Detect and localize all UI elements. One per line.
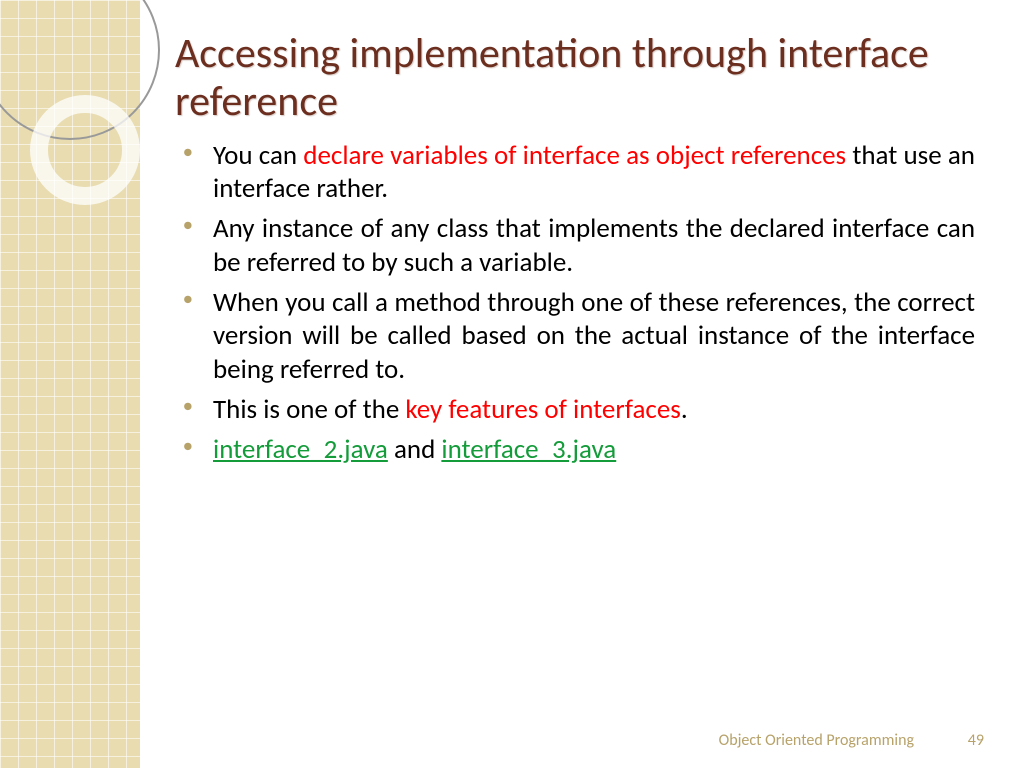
bullet-item: interface_2.java and interface_3.java	[213, 433, 975, 467]
bullet-item: This is one of the key features of inter…	[213, 393, 975, 427]
ring-inner-icon	[30, 95, 140, 205]
bullet-item: You can declare variables of interface a…	[213, 139, 975, 207]
highlight-text: key features of interfaces	[405, 393, 680, 426]
bullet-list: You can declare variables of interface a…	[175, 139, 975, 467]
bullet-text: .	[681, 393, 688, 426]
slide-title: Accessing implementation through interfa…	[175, 30, 975, 127]
bullet-text: You can	[213, 139, 303, 172]
footer-label: Object Oriented Programming	[719, 731, 914, 750]
page-number: 49	[968, 731, 984, 750]
bullet-text: This is one of the	[213, 393, 405, 426]
bullet-item: When you call a method through one of th…	[213, 286, 975, 387]
bullet-text: When you call a method through one of th…	[213, 286, 975, 387]
left-decoration	[0, 0, 140, 768]
bullet-text: and	[388, 433, 442, 466]
file-link[interactable]: interface_3.java	[441, 433, 616, 466]
bullet-text: Any instance of any class that implement…	[213, 212, 975, 279]
bullet-item: Any instance of any class that implement…	[213, 212, 975, 280]
highlight-text: declare variables of interface as object…	[303, 139, 846, 172]
slide-content: Accessing implementation through interfa…	[175, 30, 975, 472]
file-link[interactable]: interface_2.java	[213, 433, 388, 466]
